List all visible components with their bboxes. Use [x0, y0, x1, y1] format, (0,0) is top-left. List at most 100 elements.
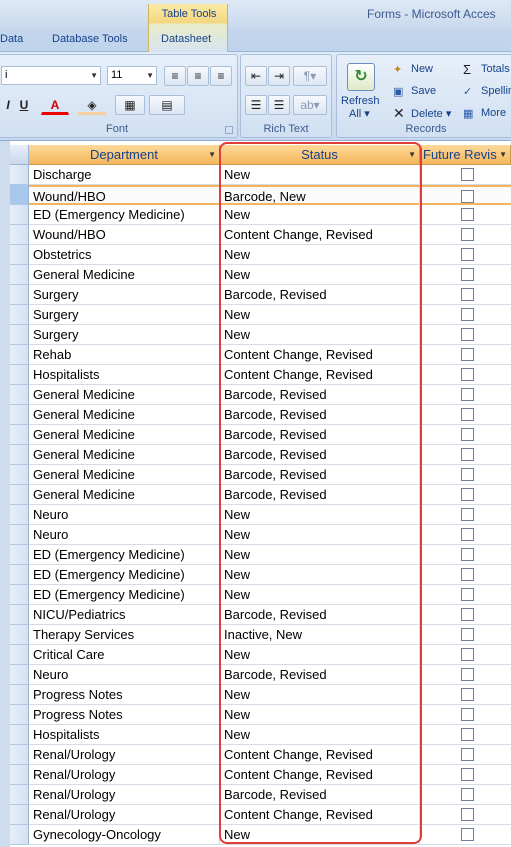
department-cell[interactable]: General Medicine	[29, 425, 220, 444]
table-row[interactable]: Surgery New	[29, 305, 511, 325]
font-color-button[interactable]: A	[41, 95, 69, 115]
department-cell[interactable]: Progress Notes	[29, 685, 220, 704]
align-center-button[interactable]: ≡	[187, 66, 209, 86]
totals-button[interactable]: Σ Totals	[463, 61, 511, 79]
department-cell[interactable]: Discharge	[29, 165, 220, 184]
department-cell[interactable]: ED (Emergency Medicine)	[29, 205, 220, 224]
department-cell[interactable]: Hospitalists	[29, 725, 220, 744]
status-cell[interactable]: New	[220, 825, 420, 844]
align-right-button[interactable]: ≡	[210, 66, 232, 86]
table-row[interactable]: Neuro Barcode, Revised	[29, 665, 511, 685]
record-selector[interactable]	[10, 505, 29, 525]
department-cell[interactable]: Renal/Urology	[29, 765, 220, 784]
record-selector[interactable]	[10, 445, 29, 465]
record-selector[interactable]	[10, 525, 29, 545]
status-cell[interactable]: Content Change, Revised	[220, 745, 420, 764]
status-cell[interactable]: Barcode, Revised	[220, 425, 420, 444]
record-selector[interactable]	[10, 265, 29, 285]
decrease-indent-button[interactable]: ⇤	[245, 66, 267, 86]
table-row[interactable]: Neuro New	[29, 505, 511, 525]
department-cell[interactable]: Neuro	[29, 525, 220, 544]
future-revision-checkbox[interactable]	[461, 568, 474, 581]
department-cell[interactable]: General Medicine	[29, 385, 220, 404]
record-selector[interactable]	[10, 745, 29, 765]
future-revision-checkbox[interactable]	[461, 190, 474, 203]
department-cell[interactable]: General Medicine	[29, 265, 220, 284]
record-selector[interactable]	[10, 485, 29, 505]
table-row[interactable]: NICU/Pediatrics Barcode, Revised	[29, 605, 511, 625]
column-header-department[interactable]: Department ▼	[29, 145, 220, 165]
record-selector[interactable]	[10, 645, 29, 665]
future-revision-checkbox[interactable]	[461, 788, 474, 801]
department-cell[interactable]: Gynecology-Oncology	[29, 825, 220, 844]
tab-database-tools[interactable]: Database Tools	[52, 33, 128, 45]
future-revision-checkbox[interactable]	[461, 228, 474, 241]
department-cell[interactable]: Renal/Urology	[29, 745, 220, 764]
table-row[interactable]: Progress Notes New	[29, 705, 511, 725]
department-cell[interactable]: Obstetrics	[29, 245, 220, 264]
status-cell[interactable]: New	[220, 205, 420, 224]
record-selector[interactable]	[10, 285, 29, 305]
record-selector[interactable]	[10, 765, 29, 785]
status-cell[interactable]: Content Change, Revised	[220, 225, 420, 244]
future-revision-checkbox[interactable]	[461, 748, 474, 761]
gridlines-button[interactable]: ▦	[115, 95, 145, 115]
department-cell[interactable]: Critical Care	[29, 645, 220, 664]
future-revision-checkbox[interactable]	[461, 328, 474, 341]
future-revision-checkbox[interactable]	[461, 368, 474, 381]
status-cell[interactable]: Barcode, Revised	[220, 385, 420, 404]
status-cell[interactable]: Barcode, Revised	[220, 285, 420, 304]
department-cell[interactable]: General Medicine	[29, 485, 220, 504]
table-row[interactable]: Hospitalists New	[29, 725, 511, 745]
record-selector[interactable]	[10, 465, 29, 485]
table-row[interactable]: Renal/Urology Content Change, Revised	[29, 745, 511, 765]
record-selector[interactable]	[10, 345, 29, 365]
refresh-all-button[interactable]: ↻ Refresh All ▾	[337, 55, 385, 121]
table-row[interactable]: ED (Emergency Medicine) New	[29, 565, 511, 585]
department-cell[interactable]: ED (Emergency Medicine)	[29, 585, 220, 604]
future-revision-checkbox[interactable]	[461, 408, 474, 421]
table-row[interactable]: Renal/Urology Content Change, Revised	[29, 805, 511, 825]
record-selector[interactable]	[10, 825, 29, 845]
table-row[interactable]: General Medicine New	[29, 265, 511, 285]
record-selector[interactable]	[10, 585, 29, 605]
record-selector[interactable]	[10, 205, 29, 225]
status-cell[interactable]: New	[220, 325, 420, 344]
chevron-down-icon[interactable]: ▼	[208, 145, 216, 164]
record-selector[interactable]	[10, 665, 29, 685]
record-selector[interactable]	[10, 565, 29, 585]
status-cell[interactable]: New	[220, 585, 420, 604]
department-cell[interactable]: Renal/Urology	[29, 805, 220, 824]
table-row[interactable]: Renal/Urology Content Change, Revised	[29, 765, 511, 785]
record-selector[interactable]	[10, 605, 29, 625]
future-revision-checkbox[interactable]	[461, 828, 474, 841]
status-cell[interactable]: Content Change, Revised	[220, 365, 420, 384]
status-cell[interactable]: New	[220, 645, 420, 664]
status-cell[interactable]: Barcode, New	[220, 187, 420, 206]
table-row[interactable]: Therapy Services Inactive, New	[29, 625, 511, 645]
status-cell[interactable]: Inactive, New	[220, 625, 420, 644]
status-cell[interactable]: Barcode, Revised	[220, 785, 420, 804]
future-revision-checkbox[interactable]	[461, 428, 474, 441]
status-cell[interactable]: Barcode, Revised	[220, 445, 420, 464]
table-row[interactable]: Surgery New	[29, 325, 511, 345]
record-selector[interactable]	[10, 305, 29, 325]
record-selector[interactable]	[10, 225, 29, 245]
future-revision-checkbox[interactable]	[461, 608, 474, 621]
chevron-down-icon[interactable]: ▼	[499, 145, 507, 164]
future-revision-checkbox[interactable]	[461, 448, 474, 461]
record-selector[interactable]	[10, 245, 29, 265]
status-cell[interactable]: Content Change, Revised	[220, 805, 420, 824]
status-cell[interactable]: New	[220, 545, 420, 564]
table-row[interactable]: Surgery Barcode, Revised	[29, 285, 511, 305]
department-cell[interactable]: Rehab	[29, 345, 220, 364]
future-revision-checkbox[interactable]	[461, 668, 474, 681]
status-cell[interactable]: New	[220, 705, 420, 724]
future-revision-checkbox[interactable]	[461, 528, 474, 541]
department-cell[interactable]: General Medicine	[29, 405, 220, 424]
alternate-fill-button[interactable]: ▤	[149, 95, 185, 115]
future-revision-checkbox[interactable]	[461, 268, 474, 281]
record-selector[interactable]	[10, 165, 29, 185]
highlight-button[interactable]: ab▾	[293, 95, 327, 115]
fill-color-button[interactable]: ◈	[77, 95, 107, 115]
